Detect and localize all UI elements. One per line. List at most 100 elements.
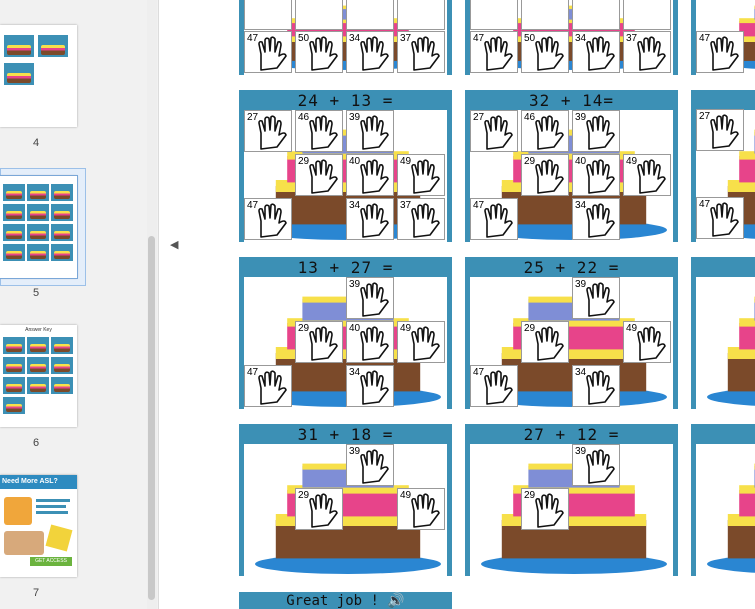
asl-number-card[interactable]: 47 bbox=[470, 198, 518, 240]
asl-hand-icon bbox=[309, 326, 338, 361]
asl-number-card[interactable]: 37 bbox=[397, 198, 445, 240]
asl-number-card[interactable]: 34 bbox=[346, 31, 394, 73]
equation-title: 25 + 22 = bbox=[523, 258, 620, 277]
asl-number-card[interactable] bbox=[470, 0, 518, 30]
asl-number-card[interactable]: 29 bbox=[295, 154, 343, 196]
asl-number-card[interactable]: 27 bbox=[470, 110, 518, 152]
asl-number-card[interactable]: 39 bbox=[572, 277, 620, 319]
asl-number-card[interactable]: 39 bbox=[346, 444, 394, 486]
asl-number-card[interactable]: 40 bbox=[572, 154, 620, 196]
collapse-sidebar-arrow-icon[interactable]: ◀ bbox=[170, 238, 178, 251]
asl-number-card[interactable]: 29 bbox=[521, 488, 569, 530]
asl-hand-icon bbox=[309, 159, 338, 194]
asl-hand-icon bbox=[258, 370, 287, 405]
equation-title: 32 + 14= bbox=[528, 91, 615, 110]
asl-number-card[interactable]: 27 bbox=[696, 109, 744, 151]
asl-number-card[interactable]: 50 bbox=[295, 31, 343, 73]
page-thumbnail-5[interactable] bbox=[0, 175, 78, 279]
equation-title: 27 + 12 = bbox=[523, 425, 620, 444]
equation-title: 31 + 18 = bbox=[297, 425, 394, 444]
asl-number-card[interactable] bbox=[521, 0, 569, 30]
asl-hand-icon bbox=[309, 115, 338, 150]
asl-number-card[interactable]: 39 bbox=[346, 277, 394, 319]
asl-number-card[interactable] bbox=[572, 0, 620, 30]
asl-number-card[interactable]: 37 bbox=[623, 31, 671, 73]
promo-heading: Need More ASL? bbox=[2, 478, 58, 485]
document-page: 24 + 13 = 32 + 14= 13 + 27 = 25 + 22 = 3… bbox=[184, 0, 755, 609]
asl-hand-icon bbox=[586, 115, 615, 150]
asl-number-card[interactable]: 34 bbox=[572, 198, 620, 240]
asl-number-card[interactable] bbox=[397, 0, 445, 30]
asl-number-card[interactable]: 46 bbox=[521, 110, 569, 152]
sidebar-scroll-thumb[interactable] bbox=[148, 236, 155, 600]
asl-number-card[interactable]: 39 bbox=[572, 444, 620, 486]
asl-number-card[interactable]: 34 bbox=[346, 198, 394, 240]
page-number-5: 5 bbox=[32, 287, 40, 299]
asl-hand-icon bbox=[360, 36, 389, 71]
asl-number-card[interactable]: 47 bbox=[696, 31, 744, 73]
page-thumbnail-6[interactable]: Answer Key bbox=[0, 325, 77, 427]
asl-number-card[interactable]: 49 bbox=[397, 154, 445, 196]
asl-number-card[interactable]: 49 bbox=[623, 154, 671, 196]
asl-hand-icon bbox=[586, 36, 615, 71]
asl-hand-icon bbox=[586, 370, 615, 405]
asl-hand-icon bbox=[360, 326, 389, 361]
thumbnail-sidebar: 4 5 Answer Key 6 Need More ASL? GET ACCE… bbox=[0, 0, 159, 609]
asl-number-card[interactable]: 34 bbox=[572, 31, 620, 73]
asl-number-card[interactable]: 46 bbox=[295, 110, 343, 152]
asl-hand-icon bbox=[586, 159, 615, 194]
asl-number-card[interactable]: 49 bbox=[623, 321, 671, 363]
asl-number-card[interactable]: 47 bbox=[470, 365, 518, 407]
get-access-button[interactable]: GET ACCESS bbox=[30, 557, 72, 566]
asl-number-card[interactable]: 50 bbox=[521, 31, 569, 73]
asl-number-card[interactable]: 29 bbox=[521, 321, 569, 363]
asl-hand-icon bbox=[710, 114, 739, 149]
asl-hand-icon bbox=[535, 36, 564, 71]
asl-hand-icon bbox=[411, 203, 440, 238]
asl-number-card[interactable]: 29 bbox=[521, 154, 569, 196]
page-number-7: 7 bbox=[32, 587, 40, 599]
asl-number-card[interactable]: 47 bbox=[244, 365, 292, 407]
great-job-text: Great job ! 🔊 bbox=[286, 593, 405, 609]
asl-hand-icon bbox=[309, 36, 338, 71]
asl-number-card[interactable]: 40 bbox=[346, 321, 394, 363]
asl-hand-icon bbox=[637, 36, 666, 71]
asl-number-card[interactable] bbox=[346, 0, 394, 30]
asl-hand-icon bbox=[411, 159, 440, 194]
asl-number-card[interactable]: 47 bbox=[696, 197, 744, 239]
asl-hand-icon bbox=[360, 449, 389, 484]
asl-number-card[interactable]: 49 bbox=[397, 321, 445, 363]
page-thumbnail-7[interactable]: Need More ASL? GET ACCESS bbox=[0, 475, 77, 577]
asl-number-card[interactable]: 47 bbox=[470, 31, 518, 73]
asl-number-card[interactable]: 34 bbox=[572, 365, 620, 407]
asl-number-card[interactable]: 47 bbox=[244, 198, 292, 240]
asl-hand-icon bbox=[586, 449, 615, 484]
page-number-4: 4 bbox=[32, 137, 40, 149]
page-thumbnail-4[interactable] bbox=[0, 25, 77, 127]
asl-hand-icon bbox=[586, 203, 615, 238]
asl-number-card[interactable]: 39 bbox=[572, 110, 620, 152]
great-job-banner: Great job ! 🔊 bbox=[239, 592, 452, 609]
asl-hand-icon bbox=[637, 159, 666, 194]
asl-hand-icon bbox=[360, 115, 389, 150]
asl-number-card[interactable]: 27 bbox=[244, 110, 292, 152]
asl-number-card[interactable] bbox=[623, 0, 671, 30]
asl-hand-icon bbox=[484, 203, 513, 238]
asl-hand-icon bbox=[710, 202, 739, 237]
asl-hand-icon bbox=[535, 493, 564, 528]
asl-number-card[interactable]: 34 bbox=[346, 365, 394, 407]
birthday-cake-illustration bbox=[707, 463, 755, 573]
asl-number-card[interactable]: 37 bbox=[397, 31, 445, 73]
asl-hand-icon bbox=[484, 370, 513, 405]
asl-number-card[interactable]: 47 bbox=[244, 31, 292, 73]
asl-number-card[interactable] bbox=[244, 0, 292, 30]
asl-number-card[interactable]: 49 bbox=[397, 488, 445, 530]
asl-hand-icon bbox=[637, 326, 666, 361]
asl-hand-icon bbox=[411, 493, 440, 528]
asl-number-card[interactable]: 29 bbox=[295, 321, 343, 363]
asl-number-card[interactable]: 29 bbox=[295, 488, 343, 530]
asl-number-card[interactable]: 40 bbox=[346, 154, 394, 196]
asl-hand-icon bbox=[309, 493, 338, 528]
asl-number-card[interactable]: 39 bbox=[346, 110, 394, 152]
asl-number-card[interactable] bbox=[295, 0, 343, 30]
